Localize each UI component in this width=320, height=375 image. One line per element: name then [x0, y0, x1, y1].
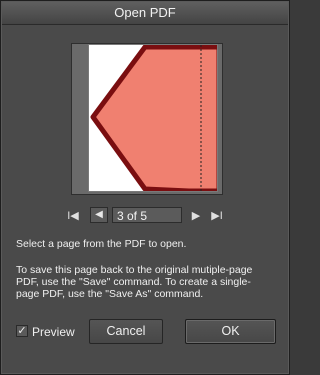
select-prompt: Select a page from the PDF to open. [16, 238, 187, 250]
page-navigation: I◀ ◀ 3 of 5 ▶ ▶I [1, 207, 289, 225]
page-preview [89, 45, 217, 191]
first-page-icon[interactable]: I◀ [65, 207, 81, 225]
open-pdf-dialog: Open PDF I◀ ◀ 3 of 5 ▶ ▶I Select a page … [0, 0, 290, 375]
dialog-title: Open PDF [2, 2, 288, 25]
preview-checkbox[interactable]: ✓ [16, 325, 28, 337]
save-info-line3: page PDF, use the "Save As" command. [16, 288, 204, 300]
next-page-icon[interactable]: ▶ [188, 207, 204, 225]
page-shape [90, 45, 217, 191]
save-info-line1: To save this page back to the original m… [16, 264, 253, 276]
save-info-line2: PDF, use the "Save" command. To create a… [16, 276, 251, 288]
page-number-field[interactable]: 3 of 5 [112, 207, 182, 223]
prev-page-icon[interactable]: ◀ [90, 207, 108, 223]
ok-button[interactable]: OK [185, 319, 276, 344]
preview-label: Preview [32, 325, 75, 339]
last-page-icon[interactable]: ▶I [209, 207, 225, 225]
dialog-footer: ✓ Preview Cancel OK [1, 319, 289, 345]
cancel-button[interactable]: Cancel [89, 319, 163, 344]
